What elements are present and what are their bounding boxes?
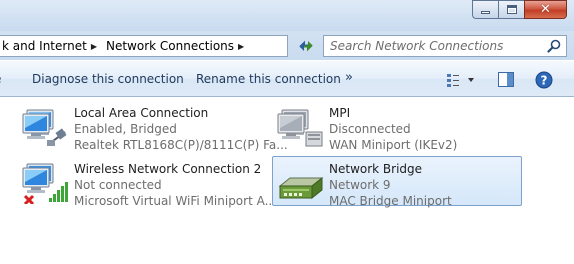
- connection-item-wireless[interactable]: Wireless Network Connection 2 Not connec…: [17, 156, 276, 208]
- connection-item-network-bridge[interactable]: Network Bridge Network 9 MAC Bridge Mini…: [272, 156, 522, 209]
- minimize-button[interactable]: [472, 0, 498, 19]
- connection-status: Network 9: [329, 178, 391, 192]
- breadcrumb-current[interactable]: Network Connections: [103, 39, 238, 53]
- breadcrumb-arrow-icon[interactable]: ▶: [91, 42, 103, 51]
- wireless-network-icon: [22, 163, 68, 204]
- network-bridge-icon: [278, 176, 324, 200]
- wan-network-icon: [277, 109, 323, 147]
- title-bar: ✕: [0, 0, 574, 31]
- search-box[interactable]: [323, 35, 567, 57]
- connections-list: Local Area Connection Enabled, Bridged R…: [0, 98, 574, 264]
- address-bar[interactable]: k and Internet ▶ Network Connections ▶: [0, 35, 288, 57]
- command-edge-fragment: e: [0, 72, 1, 86]
- help-icon: ?: [535, 71, 553, 89]
- maximize-icon: [506, 5, 517, 14]
- close-icon: ✕: [540, 2, 551, 17]
- breadcrumb-parent[interactable]: k and Internet: [0, 39, 91, 53]
- diagnose-connection-button[interactable]: Diagnose this connection: [32, 72, 184, 86]
- refresh-icon: [299, 40, 313, 52]
- connection-item-mpi[interactable]: MPI Disconnected WAN Miniport (IKEv2): [272, 100, 522, 153]
- minimize-icon: [481, 11, 490, 14]
- wired-network-icon: [22, 109, 67, 146]
- connection-details: Local Area Connection Enabled, Bridged R…: [74, 105, 288, 153]
- change-view-button[interactable]: [446, 72, 476, 88]
- connection-status: Enabled, Bridged: [74, 122, 177, 136]
- breadcrumb-arrow-icon[interactable]: ▶: [238, 42, 250, 51]
- connection-device: MAC Bridge Miniport: [329, 194, 452, 208]
- window-controls: ✕: [472, 0, 567, 19]
- svg-text:?: ?: [541, 74, 548, 88]
- command-bar: e Diagnose this connection Rename this c…: [0, 60, 574, 97]
- connection-details: Network Bridge Network 9 MAC Bridge Mini…: [329, 161, 452, 209]
- more-commands-button[interactable]: »: [345, 70, 353, 85]
- connection-details: MPI Disconnected WAN Miniport (IKEv2): [329, 105, 457, 153]
- preview-pane-button[interactable]: [498, 72, 514, 87]
- preview-pane-icon: [498, 72, 514, 87]
- refresh-button[interactable]: [296, 37, 316, 55]
- connection-item-local-area[interactable]: Local Area Connection Enabled, Bridged R…: [17, 100, 288, 152]
- connection-device: WAN Miniport (IKEv2): [329, 138, 458, 152]
- search-icon[interactable]: [547, 39, 561, 53]
- connection-device: Realtek RTL8168C(P)/8111C(P) Fa...: [74, 138, 288, 152]
- connection-name: Network Bridge: [329, 162, 423, 176]
- connection-status: Not connected: [74, 178, 162, 192]
- rename-connection-button[interactable]: Rename this connection: [196, 72, 341, 86]
- connection-name: Local Area Connection: [74, 106, 209, 120]
- search-input[interactable]: [330, 38, 542, 54]
- maximize-button[interactable]: [498, 0, 524, 19]
- connection-status: Disconnected: [329, 122, 411, 136]
- connection-device: Microsoft Virtual WiFi Miniport A...: [74, 194, 277, 208]
- navigation-bar: k and Internet ▶ Network Connections ▶: [0, 31, 574, 60]
- close-button[interactable]: ✕: [524, 0, 567, 19]
- connection-name: Wireless Network Connection 2: [74, 162, 262, 176]
- view-options-icon: [447, 74, 474, 87]
- connection-name: MPI: [329, 106, 351, 120]
- help-button[interactable]: ?: [535, 71, 553, 89]
- connection-details: Wireless Network Connection 2 Not connec…: [74, 161, 276, 209]
